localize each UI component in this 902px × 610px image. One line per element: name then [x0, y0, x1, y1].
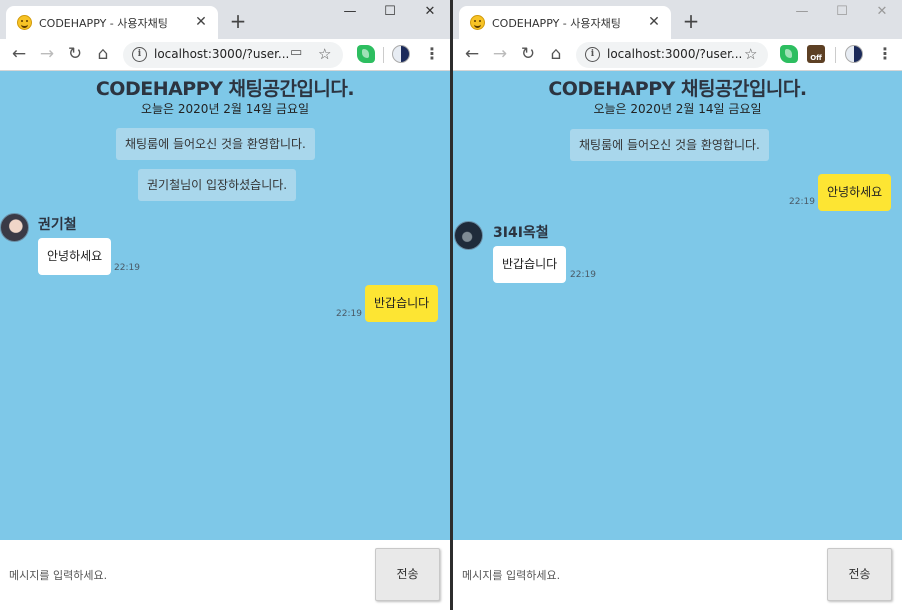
send-button[interactable]: 전송 — [375, 548, 440, 601]
evernote-icon[interactable] — [357, 45, 375, 63]
message-input[interactable] — [0, 540, 360, 610]
incoming-message: 반갑습니다 — [493, 246, 567, 283]
browser-toolbar: ← → ↻ ⌂ i localhost:3000/?user... ☆ Off … — [453, 39, 902, 71]
sender-name: 3I4I옥철 — [493, 225, 549, 241]
profile-icon[interactable] — [392, 45, 410, 63]
outgoing-time: 22:19 — [789, 197, 815, 207]
star-icon[interactable]: ☆ — [744, 45, 757, 63]
back-arrow-icon[interactable]: ← — [7, 42, 31, 66]
info-icon[interactable]: i — [132, 47, 147, 62]
menu-icon[interactable]: ⋮ — [877, 43, 893, 65]
forward-arrow-icon[interactable]: → — [35, 42, 59, 66]
new-tab-button[interactable]: + — [226, 10, 250, 34]
new-tab-button[interactable]: + — [679, 10, 703, 34]
tab-close-icon[interactable]: ✕ — [645, 13, 663, 31]
title-bar: CODEHAPPY - 사용자채팅 ✕ + — ☐ ✕ — [0, 0, 450, 39]
off-extension-icon[interactable]: Off — [807, 45, 825, 63]
star-icon[interactable]: ☆ — [318, 45, 331, 63]
browser-tab[interactable]: CODEHAPPY - 사용자채팅 ✕ — [6, 6, 218, 39]
smiley-favicon-icon — [17, 15, 32, 30]
avatar — [454, 221, 483, 250]
message-composer: 전송 — [453, 540, 902, 610]
title-bar: CODEHAPPY - 사용자채팅 ✕ + — ☐ ✕ — [453, 0, 902, 39]
url-text: localhost:3000/?user... — [607, 47, 743, 61]
welcome-notice: 채팅룸에 들어오신 것을 환영합니다. — [116, 128, 315, 160]
page-date: 오늘은 2020년 2월 14일 금요일 — [593, 102, 762, 116]
off-badge: Off — [810, 54, 822, 62]
close-window-button[interactable]: ✕ — [410, 0, 450, 26]
maximize-button[interactable]: ☐ — [370, 0, 410, 26]
toolbar-separator — [835, 47, 836, 63]
home-icon[interactable]: ⌂ — [544, 42, 568, 66]
tab-title: CODEHAPPY - 사용자채팅 — [492, 17, 621, 30]
back-arrow-icon[interactable]: ← — [460, 42, 484, 66]
maximize-button[interactable]: ☐ — [822, 0, 862, 26]
browser-window-left: CODEHAPPY - 사용자채팅 ✕ + — ☐ ✕ ← → ↻ ⌂ i lo… — [0, 0, 450, 610]
incoming-time: 22:19 — [114, 263, 140, 273]
minimize-button[interactable]: — — [782, 0, 822, 26]
message-input[interactable] — [453, 540, 813, 610]
address-bar[interactable]: i localhost:3000/?user... ☆ — [576, 42, 768, 68]
menu-icon[interactable]: ⋮ — [424, 43, 440, 65]
avatar — [0, 213, 29, 242]
outgoing-time: 22:19 — [336, 309, 362, 319]
evernote-icon[interactable] — [780, 45, 798, 63]
browser-toolbar: ← → ↻ ⌂ i localhost:3000/?user... ▭ ☆ ⋮ — [0, 39, 450, 71]
outgoing-message: 안녕하세요 — [818, 174, 892, 211]
send-button[interactable]: 전송 — [827, 548, 892, 601]
cast-icon[interactable]: ▭ — [290, 45, 302, 60]
tab-close-icon[interactable]: ✕ — [192, 13, 210, 31]
browser-window-right: CODEHAPPY - 사용자채팅 ✕ + — ☐ ✕ ← → ↻ ⌂ i lo… — [453, 0, 902, 610]
reload-icon[interactable]: ↻ — [516, 42, 540, 66]
page-title: CODEHAPPY 채팅공간입니다. — [95, 78, 355, 100]
reload-icon[interactable]: ↻ — [63, 42, 87, 66]
home-icon[interactable]: ⌂ — [91, 42, 115, 66]
browser-tab[interactable]: CODEHAPPY - 사용자채팅 ✕ — [459, 6, 671, 39]
sender-name: 권기철 — [38, 217, 77, 233]
url-text: localhost:3000/?user... — [154, 47, 290, 61]
incoming-time: 22:19 — [570, 270, 596, 280]
message-composer: 전송 — [0, 540, 450, 610]
minimize-button[interactable]: — — [330, 0, 370, 26]
smiley-favicon-icon — [470, 15, 485, 30]
toolbar-separator — [383, 47, 384, 63]
profile-icon[interactable] — [845, 45, 863, 63]
welcome-notice: 채팅룸에 들어오신 것을 환영합니다. — [570, 129, 769, 161]
page-title: CODEHAPPY 채팅공간입니다. — [548, 78, 807, 100]
info-icon[interactable]: i — [585, 47, 600, 62]
incoming-message: 안녕하세요 — [38, 238, 112, 275]
join-notice: 권기철님이 입장하셨습니다. — [138, 169, 297, 201]
outgoing-message: 반갑습니다 — [365, 285, 439, 322]
close-window-button[interactable]: ✕ — [862, 0, 902, 26]
page-date: 오늘은 2020년 2월 14일 금요일 — [140, 102, 310, 116]
address-bar[interactable]: i localhost:3000/?user... ▭ ☆ — [123, 42, 343, 68]
forward-arrow-icon[interactable]: → — [488, 42, 512, 66]
tab-title: CODEHAPPY - 사용자채팅 — [39, 17, 168, 30]
